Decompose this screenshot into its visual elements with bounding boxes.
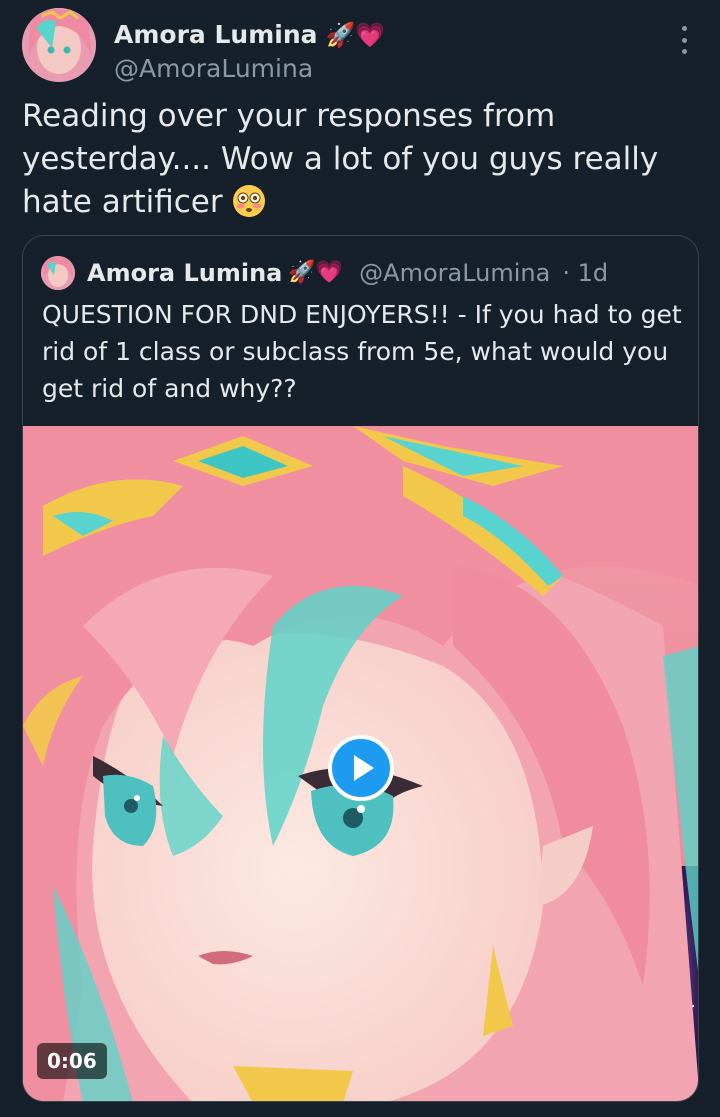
author-handle[interactable]: @AmoraLumina <box>114 54 313 83</box>
quoted-tweet-card[interactable]: Amora Lumina 🚀💗 @AmoraLumina · 1d QUESTI… <box>22 235 699 1102</box>
tweet-text-body: Reading over your responses from yesterd… <box>22 98 659 220</box>
more-vertical-icon[interactable] <box>674 26 694 54</box>
tweet-header: Amora Lumina 🚀💗 @AmoraLumina <box>22 8 698 88</box>
quoted-tweet-text: QUESTION FOR DND ENJOYERS!! - If you had… <box>42 300 682 403</box>
quoted-tweet-header: Amora Lumina 🚀💗 @AmoraLumina · 1d <box>41 256 608 290</box>
play-icon[interactable] <box>328 735 394 801</box>
quoted-author-display-name: Amora Lumina <box>87 259 283 287</box>
author-name-emojis: 🚀💗 <box>325 20 386 49</box>
quoted-author-emojis: 🚀💗 <box>288 260 344 285</box>
author-name-row[interactable]: Amora Lumina 🚀💗 <box>114 20 385 49</box>
author-avatar[interactable] <box>22 8 96 82</box>
video-duration-badge: 0:06 <box>37 1043 107 1079</box>
quoted-author-avatar <box>41 256 75 290</box>
author-display-name[interactable]: Amora Lumina <box>114 20 318 49</box>
quoted-tweet-time: · 1d <box>562 259 609 287</box>
tweet-text: Reading over your responses from yesterd… <box>22 95 698 224</box>
quoted-tweet-video[interactable]: 0:06 <box>23 426 698 1101</box>
quoted-author-handle: @AmoraLumina <box>359 259 551 287</box>
flushed-face-emoji-icon <box>233 185 266 217</box>
